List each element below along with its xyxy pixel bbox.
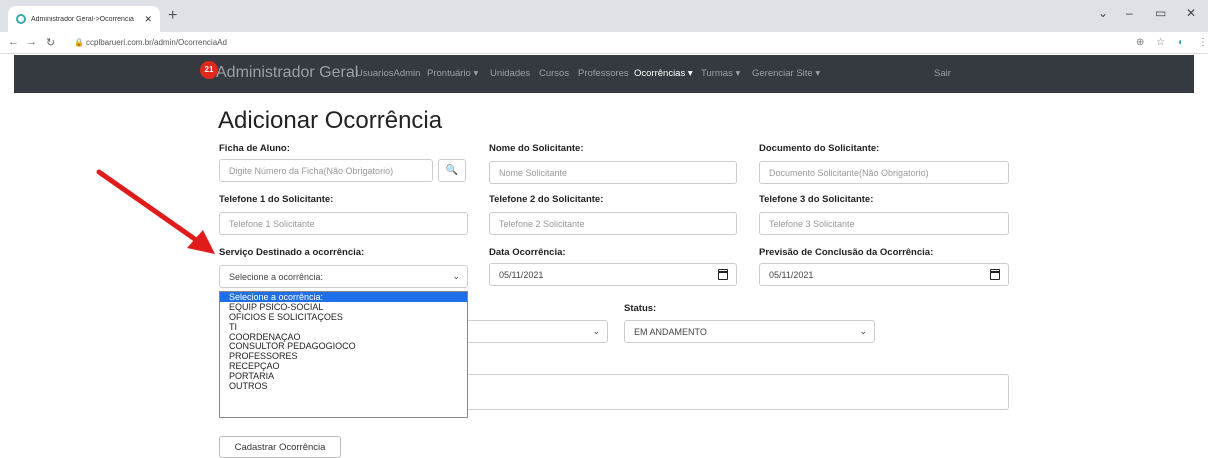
browser-tab[interactable]: Administrador Geral->Ocorrencia ✕ [8, 6, 160, 32]
lock-icon: 🔒 [74, 38, 84, 47]
page-title: Adicionar Ocorrência [218, 107, 443, 134]
descricao-textarea[interactable] [466, 374, 1009, 410]
close-tab-icon[interactable]: ✕ [144, 14, 152, 25]
previsao-label: Previsão de Conclusão da Ocorrência: [759, 247, 934, 258]
calendar-icon[interactable] [990, 269, 1000, 280]
ficha-input[interactable]: Digite Número da Ficha(Não Obrigatorio) [219, 159, 433, 182]
nome-label: Nome do Solicitante: [489, 143, 584, 154]
annotation-arrow-icon [96, 169, 215, 254]
data-input[interactable]: 05/11/2021 [489, 263, 737, 286]
ficha-label: Ficha de Aluno: [219, 143, 290, 154]
url-text[interactable]: ccplbarueri.com.br/admin/OcorrenciaAd [86, 38, 227, 47]
reload-icon[interactable]: ↻ [46, 36, 55, 49]
previsao-input[interactable]: 05/11/2021 [759, 263, 1009, 286]
nav-sair[interactable]: Sair [934, 68, 951, 79]
data-label: Data Ocorrência: [489, 247, 566, 258]
telefone3-label: Telefone 3 do Solicitante: [759, 194, 874, 205]
nav-turmas[interactable]: Turmas ▾ [701, 68, 740, 79]
telefone2-input[interactable]: Telefone 2 Solicitante [489, 212, 737, 235]
tab-title: Administrador Geral->Ocorrencia [31, 15, 134, 23]
option-oficios[interactable]: OFICIOS E SOLICITAÇOES [220, 312, 467, 322]
servico-dropdown-list: Selecione a ocorrência: EQUIP PSICO-SOCI… [219, 291, 468, 418]
telefone1-label: Telefone 1 do Solicitante: [219, 194, 334, 205]
forward-icon[interactable]: → [26, 36, 37, 48]
servico-select[interactable]: Selecione a ocorrência: ⌄ [219, 265, 468, 288]
option-ti[interactable]: TI [220, 322, 467, 332]
option-coordenacao[interactable]: COORDENAÇAO [220, 332, 467, 342]
nav-usuariosadmin[interactable]: UsuariosAdmin [356, 68, 420, 79]
option-recepcao[interactable]: RECEPÇAO [220, 361, 467, 371]
option-selecione[interactable]: Selecione a ocorrência: [220, 292, 467, 302]
status-select-value: EM ANDAMENTO [634, 326, 707, 337]
servico-label: Serviço Destinado a ocorrência: [219, 247, 365, 258]
nav-gerenciar-site[interactable]: Gerenciar Site ▾ [752, 68, 820, 79]
minimize-icon[interactable]: – [1126, 6, 1133, 20]
documento-input[interactable]: Documento Solicitante(Não Obrigatorio) [759, 161, 1009, 184]
browser-tab-bar [0, 0, 1208, 32]
telefone2-label: Telefone 2 do Solicitante: [489, 194, 604, 205]
maximize-icon[interactable]: ▭ [1155, 6, 1166, 20]
status-label: Status: [624, 303, 657, 314]
extension-icon[interactable]: ◐ [1178, 37, 1184, 48]
status-select[interactable]: EM ANDAMENTO ⌄ [624, 320, 875, 343]
menu-icon[interactable]: ⋮ [1198, 37, 1208, 48]
chevron-down-icon: ⌄ [859, 326, 867, 336]
nav-unidades[interactable]: Unidades [490, 68, 530, 79]
star-icon[interactable]: ☆ [1156, 37, 1165, 48]
calendar-icon[interactable] [718, 269, 728, 280]
search-button[interactable]: 🔍 [438, 159, 466, 182]
previsao-value: 05/11/2021 [769, 269, 814, 280]
cadastrar-button[interactable]: Cadastrar Ocorrência [219, 436, 341, 458]
chevron-down-icon: ⌄ [592, 326, 600, 336]
nav-prontuario[interactable]: Prontuário ▾ [427, 68, 478, 79]
option-consultor-pedagogico[interactable]: CONSULTOR PEDAGOGIOCO [220, 341, 467, 352]
search-icon: 🔍 [445, 165, 459, 176]
zoom-icon[interactable]: ⊕ [1136, 37, 1144, 48]
nome-input[interactable]: Nome Solicitante [489, 161, 737, 184]
navbar-brand[interactable]: Administrador Geral [216, 64, 358, 82]
data-value: 05/11/2021 [499, 269, 544, 280]
close-window-icon[interactable]: ✕ [1186, 6, 1196, 20]
chevron-down-icon: ⌄ [452, 271, 460, 281]
telefone3-input[interactable]: Telefone 3 Solicitante [759, 212, 1009, 235]
hidden-select[interactable]: ⌄ [466, 320, 608, 343]
nav-professores[interactable]: Professores [578, 68, 629, 79]
new-tab-icon[interactable]: + [168, 7, 177, 25]
option-equip-psico-social[interactable]: EQUIP PSICO-SOCIAL [220, 302, 467, 312]
telefone1-input[interactable]: Telefone 1 Solicitante [219, 212, 468, 235]
documento-label: Documento do Solicitante: [759, 143, 880, 154]
nav-cursos[interactable]: Cursos [539, 68, 569, 79]
option-outros[interactable]: OUTROS [220, 381, 467, 391]
option-portaria[interactable]: PORTARIA [220, 371, 467, 381]
servico-select-value: Selecione a ocorrência: [229, 271, 324, 282]
site-favicon-icon [16, 14, 26, 24]
tab-search-icon[interactable]: ⌄ [1098, 6, 1108, 20]
back-icon[interactable]: ← [8, 36, 19, 48]
option-professores[interactable]: PROFESSORES [220, 351, 467, 361]
nav-ocorrencias[interactable]: Ocorrências ▾ [634, 68, 693, 79]
